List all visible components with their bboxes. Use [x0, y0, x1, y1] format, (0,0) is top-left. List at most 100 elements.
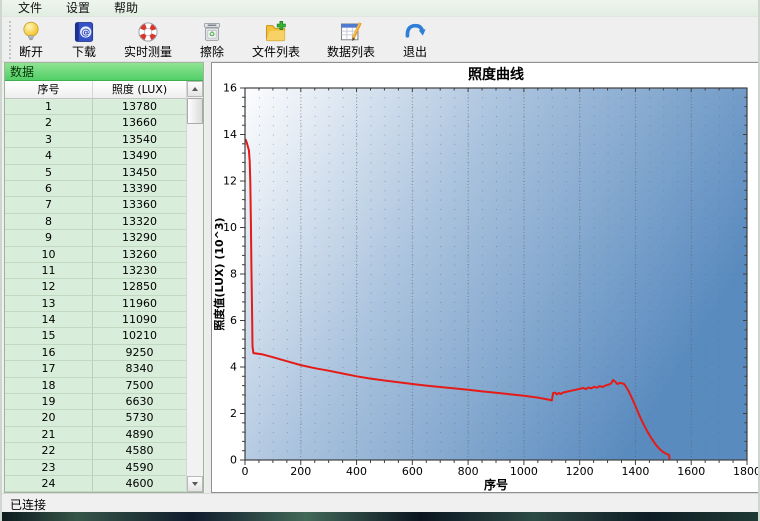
table-row[interactable]: 9 13290	[5, 230, 187, 247]
cell-lux: 7500	[125, 378, 154, 392]
table-row[interactable]: 23 4590	[5, 459, 187, 476]
table-row[interactable]: 17 8340	[5, 361, 187, 378]
table-row[interactable]: 20 5730	[5, 410, 187, 427]
table-row[interactable]: 24 4600	[5, 475, 187, 492]
cell-index: 5	[5, 164, 93, 180]
svg-text:序号: 序号	[484, 477, 508, 492]
toolbar: 断开 @ 下载 实时测量 ♻ 擦除 文件列表 数据列表 退出	[2, 17, 758, 62]
exit-arrow-icon	[402, 19, 428, 45]
cell-index: 14	[5, 312, 93, 328]
column-header-index[interactable]: 序号	[5, 81, 93, 98]
cell-index: 2	[5, 115, 93, 131]
cell-lux: 12850	[122, 280, 157, 294]
toolbar-button-disconnect[interactable]: 断开	[16, 18, 46, 60]
table-row[interactable]: 12 12850	[5, 279, 187, 296]
svg-text:1600: 1600	[677, 465, 705, 478]
toolbar-button-realtime-measure[interactable]: 实时测量	[122, 18, 174, 60]
cell-index: 22	[5, 443, 93, 459]
cell-lux: 13290	[122, 231, 157, 245]
table-row[interactable]: 16 9250	[5, 344, 187, 362]
table-scrollbar[interactable]	[186, 81, 203, 492]
cell-index: 10	[5, 246, 93, 262]
svg-text:1000: 1000	[510, 465, 538, 478]
svg-text:200: 200	[290, 465, 311, 478]
cell-lux: 10210	[122, 329, 157, 343]
cell-index: 16	[5, 344, 93, 361]
cell-index: 17	[5, 361, 93, 377]
cell-lux: 9250	[125, 345, 154, 359]
table-row[interactable]: 22 4580	[5, 443, 187, 460]
cell-lux: 13450	[122, 165, 157, 179]
cell-lux: 11090	[122, 313, 157, 327]
chart-panel: 0 2 4 6 8 10 12 14 16 0 200 400 600 800 1000 1200 1400 16…	[211, 62, 758, 493]
cell-index: 1	[5, 99, 93, 115]
cell-index: 24	[5, 475, 93, 492]
toolbar-button-label: 退出	[403, 45, 428, 59]
svg-text:800: 800	[458, 465, 479, 478]
cell-lux: 13660	[122, 116, 157, 130]
table-row[interactable]: 5 13450	[5, 164, 187, 181]
svg-text:照度值(LUX) (10^3): 照度值(LUX) (10^3)	[212, 217, 226, 330]
data-panel: 数据 序号 照度 (LUX) 1 13780 2 13660 3 13540 4 13490 5…	[4, 62, 204, 493]
table-row[interactable]: 15 10210	[5, 328, 187, 345]
svg-text:@: @	[81, 27, 90, 38]
table-row[interactable]: 11 13230	[5, 262, 187, 280]
svg-text:16: 16	[223, 82, 237, 95]
table-row[interactable]: 13 11960	[5, 295, 187, 313]
table-row[interactable]: 3 13540	[5, 131, 187, 149]
scroll-down-button[interactable]	[187, 476, 203, 492]
menu-help[interactable]: 帮助	[102, 0, 150, 16]
menu-bar: 文件 设置 帮助	[2, 0, 758, 17]
scroll-up-button[interactable]	[187, 81, 203, 97]
main-area: 数据 序号 照度 (LUX) 1 13780 2 13660 3 13540 4 13490 5…	[2, 62, 758, 493]
svg-text:1400: 1400	[621, 465, 649, 478]
svg-text:8: 8	[230, 268, 237, 281]
cell-index: 18	[5, 377, 93, 394]
cell-lux: 13260	[122, 247, 157, 261]
svg-text:12: 12	[223, 175, 237, 188]
table-row[interactable]: 7 13360	[5, 197, 187, 214]
toolbar-gripper[interactable]	[8, 20, 12, 60]
table-row[interactable]: 19 6630	[5, 394, 187, 411]
menu-file[interactable]: 文件	[6, 0, 54, 16]
table-row[interactable]: 2 13660	[5, 115, 187, 132]
cell-index: 20	[5, 410, 93, 426]
svg-text:照度曲线: 照度曲线	[468, 66, 524, 83]
table-row[interactable]: 1 13780	[5, 99, 187, 116]
toolbar-button-label: 数据列表	[327, 45, 376, 59]
toolbar-button-erase[interactable]: ♻ 擦除	[197, 18, 227, 60]
cell-lux: 13320	[122, 214, 157, 228]
toolbar-button-file-list[interactable]: 文件列表	[250, 18, 302, 60]
cell-lux: 13230	[122, 263, 157, 277]
table-row[interactable]: 8 13320	[5, 213, 187, 231]
lifebuoy-icon	[135, 19, 161, 45]
svg-text:6: 6	[230, 314, 237, 327]
svg-text:♻: ♻	[209, 30, 215, 39]
column-header-lux[interactable]: 照度 (LUX)	[93, 81, 187, 98]
toolbar-button-exit[interactable]: 退出	[400, 18, 430, 60]
table-row[interactable]: 21 4890	[5, 426, 187, 444]
table-row[interactable]: 6 13390	[5, 180, 187, 198]
table-edit-icon	[338, 19, 364, 45]
table-row[interactable]: 18 7500	[5, 377, 187, 395]
arrow-up-icon	[192, 87, 198, 91]
cell-lux: 4580	[125, 444, 154, 458]
bulb-icon	[18, 19, 44, 45]
cell-index: 15	[5, 328, 93, 344]
svg-text:600: 600	[402, 465, 423, 478]
toolbar-button-label: 实时测量	[124, 45, 173, 59]
cell-index: 8	[5, 213, 93, 230]
cell-lux: 11960	[122, 296, 157, 310]
table-row[interactable]: 14 11090	[5, 312, 187, 329]
cell-lux: 13490	[122, 149, 157, 163]
toolbar-button-download[interactable]: @ 下载	[69, 18, 99, 60]
scroll-thumb[interactable]	[187, 98, 203, 124]
table-row[interactable]: 4 13490	[5, 148, 187, 165]
table-row[interactable]: 10 13260	[5, 246, 187, 263]
cell-lux: 4890	[125, 427, 154, 441]
toolbar-button-data-list[interactable]: 数据列表	[325, 18, 377, 60]
cell-index: 21	[5, 426, 93, 443]
cell-index: 4	[5, 148, 93, 164]
cell-index: 19	[5, 394, 93, 410]
menu-settings[interactable]: 设置	[54, 0, 102, 16]
